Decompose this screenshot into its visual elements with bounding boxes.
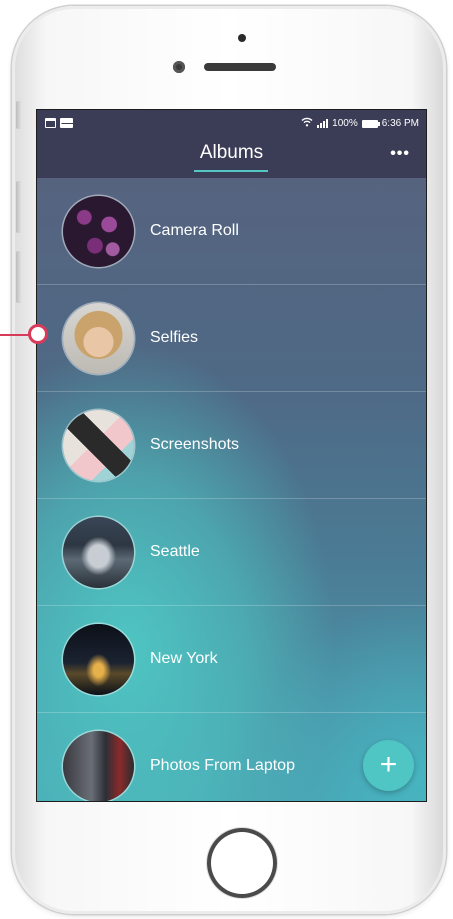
battery-percent: 100% bbox=[332, 118, 358, 129]
album-thumbnail bbox=[63, 410, 134, 481]
wifi-icon bbox=[301, 117, 313, 130]
album-label: Selfies bbox=[150, 329, 199, 346]
add-icon: + bbox=[379, 748, 398, 781]
album-thumbnail bbox=[63, 196, 134, 267]
mail-icon bbox=[60, 118, 73, 128]
signal-icon bbox=[317, 119, 329, 128]
status-bar: 100% 6:36 PM bbox=[37, 110, 426, 136]
calendar-icon bbox=[45, 118, 56, 128]
page-title: Albums bbox=[199, 142, 264, 163]
album-label: Photos From Laptop bbox=[150, 757, 295, 774]
album-row-seattle[interactable]: Seattle bbox=[37, 499, 426, 606]
front-camera bbox=[173, 61, 185, 73]
mute-switch bbox=[16, 101, 22, 129]
album-thumbnail bbox=[63, 303, 134, 374]
home-button[interactable] bbox=[207, 828, 277, 898]
album-thumbnail bbox=[63, 624, 134, 695]
album-label: Screenshots bbox=[150, 436, 239, 453]
album-thumbnail bbox=[63, 731, 134, 801]
earpiece-speaker bbox=[204, 63, 276, 71]
volume-up-button bbox=[16, 181, 22, 233]
album-label: Camera Roll bbox=[150, 222, 239, 239]
more-icon[interactable]: ••• bbox=[390, 145, 410, 163]
clock: 6:36 PM bbox=[381, 118, 419, 129]
album-label: Seattle bbox=[150, 543, 200, 560]
album-row-selfies[interactable]: Selfies bbox=[37, 285, 426, 392]
album-thumbnail bbox=[63, 517, 134, 588]
album-label: New York bbox=[150, 650, 218, 667]
album-list: Camera Roll Selfies Screenshots Seattle … bbox=[37, 178, 426, 801]
annotation-line bbox=[0, 334, 29, 336]
add-album-button[interactable]: + bbox=[363, 740, 414, 791]
album-row-screenshots[interactable]: Screenshots bbox=[37, 392, 426, 499]
battery-icon bbox=[361, 119, 380, 128]
annotation-marker bbox=[28, 324, 48, 344]
volume-down-button bbox=[16, 251, 22, 303]
title-underline bbox=[194, 170, 268, 172]
proximity-sensor bbox=[238, 34, 246, 42]
album-row-new-york[interactable]: New York bbox=[37, 606, 426, 713]
app-header: Albums ••• bbox=[37, 136, 426, 178]
app-screen: 100% 6:36 PM Albums ••• Camera Roll Self… bbox=[37, 110, 426, 801]
album-row-camera-roll[interactable]: Camera Roll bbox=[37, 178, 426, 285]
